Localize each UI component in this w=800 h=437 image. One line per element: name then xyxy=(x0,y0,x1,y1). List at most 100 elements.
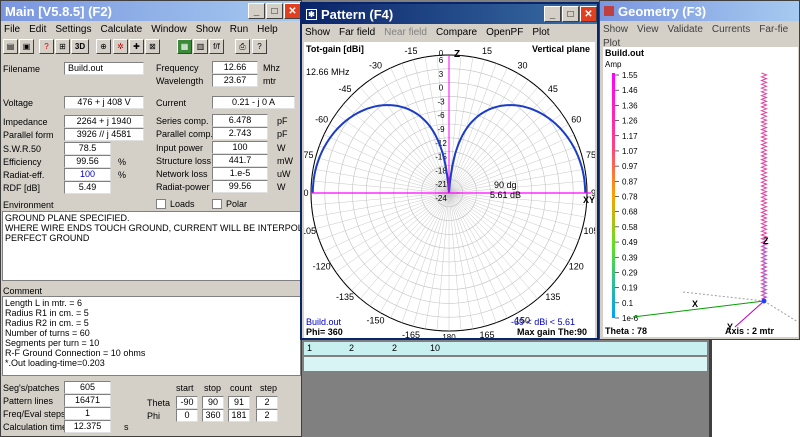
polar-angle-label: 105 xyxy=(583,226,595,236)
ground-line xyxy=(763,300,799,323)
far-field-button[interactable]: f/f xyxy=(209,39,224,54)
open-icon[interactable]: ▣ xyxy=(19,39,34,54)
optimize-icon[interactable]: ✚ xyxy=(129,39,144,54)
polar-radial-label: 0 xyxy=(439,84,444,93)
network-loss-label: Network loss xyxy=(156,169,208,179)
grid-icon[interactable]: ▥ xyxy=(193,39,208,54)
polar-angle-label: -15 xyxy=(404,46,417,56)
row-cell: 10 xyxy=(430,343,441,353)
col-stop: stop xyxy=(204,383,222,393)
pattern-close-button[interactable]: ✕ xyxy=(580,6,597,22)
minimize-button[interactable]: _ xyxy=(248,3,265,19)
phi-start-field[interactable]: 0 xyxy=(176,409,198,422)
series-comp-label: Series comp. xyxy=(156,116,209,126)
geometry-window: Geometry (F3) Show View Validate Current… xyxy=(599,0,800,340)
pattern-maximize-button[interactable]: □ xyxy=(562,6,579,22)
calculator-icon[interactable]: ▦ xyxy=(177,39,192,54)
settings-icon[interactable]: ⊠ xyxy=(145,39,160,54)
input-power-field[interactable]: 100 xyxy=(212,141,268,154)
calc-time-field: 12.375 xyxy=(64,420,111,433)
structure-loss-label: Structure loss xyxy=(156,156,212,166)
feed-point xyxy=(761,298,767,304)
freq-steps-field[interactable]: 1 xyxy=(64,407,111,420)
maximize-button[interactable]: □ xyxy=(266,3,283,19)
close-button[interactable]: ✕ xyxy=(284,3,301,19)
polar-checkbox[interactable] xyxy=(212,199,222,209)
results-strip: 1 2 2 10 xyxy=(302,340,709,437)
print-icon[interactable]: ⎙ xyxy=(235,39,250,54)
polar-angle-label: 180 xyxy=(442,333,456,338)
efficiency-field: 99.56 xyxy=(64,155,111,168)
parallel-comp-field: 2.743 xyxy=(212,127,268,140)
loads-checkbox[interactable] xyxy=(156,199,166,209)
run-icon[interactable]: ? xyxy=(39,39,54,54)
radiat-power-unit: W xyxy=(277,182,286,192)
polar-angle-label: -60 xyxy=(315,115,328,125)
geo-menu-validate[interactable]: Validate xyxy=(668,24,703,35)
pat-menu-plot[interactable]: Plot xyxy=(532,27,549,38)
polar-angle-label: -45 xyxy=(339,84,352,94)
x-axis-line xyxy=(632,300,765,318)
menu-file[interactable]: File xyxy=(4,24,20,35)
frequency-unit: Mhz xyxy=(263,63,281,73)
theta-start-field[interactable]: -90 xyxy=(176,396,198,409)
new-file-icon[interactable]: ▤ xyxy=(3,39,18,54)
menu-edit[interactable]: Edit xyxy=(29,24,46,35)
pattern-titlebar[interactable]: ✱ Pattern (F4) _ □ ✕ xyxy=(302,4,597,24)
wire-icon[interactable]: ⊞ xyxy=(55,39,70,54)
polar-angle-label: 75 xyxy=(586,150,595,160)
geometry-titlebar[interactable]: Geometry (F3) xyxy=(600,1,799,21)
menu-show[interactable]: Show xyxy=(196,24,221,35)
polar-angle-label: 120 xyxy=(569,262,584,272)
pattern-window-icon: ✱ xyxy=(306,8,317,20)
geometry-view: Build.out Amp 1.55 1.46 1.36 1.26 1.17 1.07 0.… xyxy=(605,48,799,336)
menu-window[interactable]: Window xyxy=(151,24,187,35)
message-line: PERFECT GROUND xyxy=(5,233,90,243)
main-titlebar[interactable]: Main [V5.8.5] (F2) _ □ ✕ xyxy=(1,1,301,21)
geo-menu-farfield[interactable]: Far-fie xyxy=(759,24,788,35)
menu-calculate[interactable]: Calculate xyxy=(101,24,143,35)
input-power-unit: W xyxy=(277,143,286,153)
geo-menu-currents[interactable]: Currents xyxy=(712,24,750,35)
polar-grid-spoke xyxy=(448,59,485,194)
help-icon[interactable]: ? xyxy=(252,39,267,54)
amp-scale-label: 1e-6 xyxy=(622,314,639,323)
frequency-field[interactable]: 12.66 xyxy=(212,61,258,74)
sweep-icon[interactable]: ⊕ xyxy=(96,39,111,54)
impedance-field: 2264 + j 1940 xyxy=(64,115,144,128)
amp-scale-label: 0.87 xyxy=(622,177,638,186)
theta-stop-field[interactable]: 90 xyxy=(202,396,224,409)
menu-help[interactable]: Help xyxy=(257,24,278,35)
phi-step-field[interactable]: 2 xyxy=(256,409,278,422)
tot-gain-label: Tot-gain [dBi] xyxy=(306,44,364,54)
polar-angle-label: -75 xyxy=(304,150,314,160)
polar-angle-label: -120 xyxy=(313,262,331,272)
filename-field[interactable]: Build.out xyxy=(64,62,144,75)
view-3d-button[interactable]: 3D xyxy=(71,39,89,54)
phi-count-field[interactable]: 181 xyxy=(228,409,250,422)
pat-menu-nearfield[interactable]: Near field xyxy=(384,27,427,38)
pat-menu-compare[interactable]: Compare xyxy=(436,27,477,38)
stop-icon[interactable]: ✲ xyxy=(113,39,128,54)
theta-step-field[interactable]: 2 xyxy=(256,396,278,409)
pat-menu-openpf[interactable]: OpenPF xyxy=(486,27,523,38)
pattern-canvas[interactable]: 153045607590105120135150165-15-30-45-60-… xyxy=(302,42,597,338)
theta-label: Theta xyxy=(147,398,171,408)
pat-menu-show[interactable]: Show xyxy=(305,27,330,38)
results-row[interactable]: 1 2 2 10 xyxy=(304,342,707,356)
pattern-minimize-button[interactable]: _ xyxy=(544,6,561,22)
main-window: Main [V5.8.5] (F2) _ □ ✕ File Edit Setti… xyxy=(0,0,302,437)
theta-count-field[interactable]: 91 xyxy=(228,396,250,409)
geo-menu-show[interactable]: Show xyxy=(603,24,628,35)
pat-menu-farfield[interactable]: Far field xyxy=(339,27,375,38)
menu-run[interactable]: Run xyxy=(230,24,248,35)
polar-angle-label: -30 xyxy=(369,61,382,71)
environment-label: Environment xyxy=(3,200,54,210)
structure-loss-unit: mW xyxy=(277,156,293,166)
geo-menu-view[interactable]: View xyxy=(637,24,659,35)
structure-loss-field: 441.7 xyxy=(212,154,268,167)
phi-stop-field[interactable]: 360 xyxy=(202,409,224,422)
geometry-canvas[interactable]: Build.out Amp 1.55 1.46 1.36 1.26 1.17 1.07 0.… xyxy=(603,47,799,337)
pattern-title: Pattern (F4) xyxy=(321,6,394,22)
menu-settings[interactable]: Settings xyxy=(55,24,91,35)
